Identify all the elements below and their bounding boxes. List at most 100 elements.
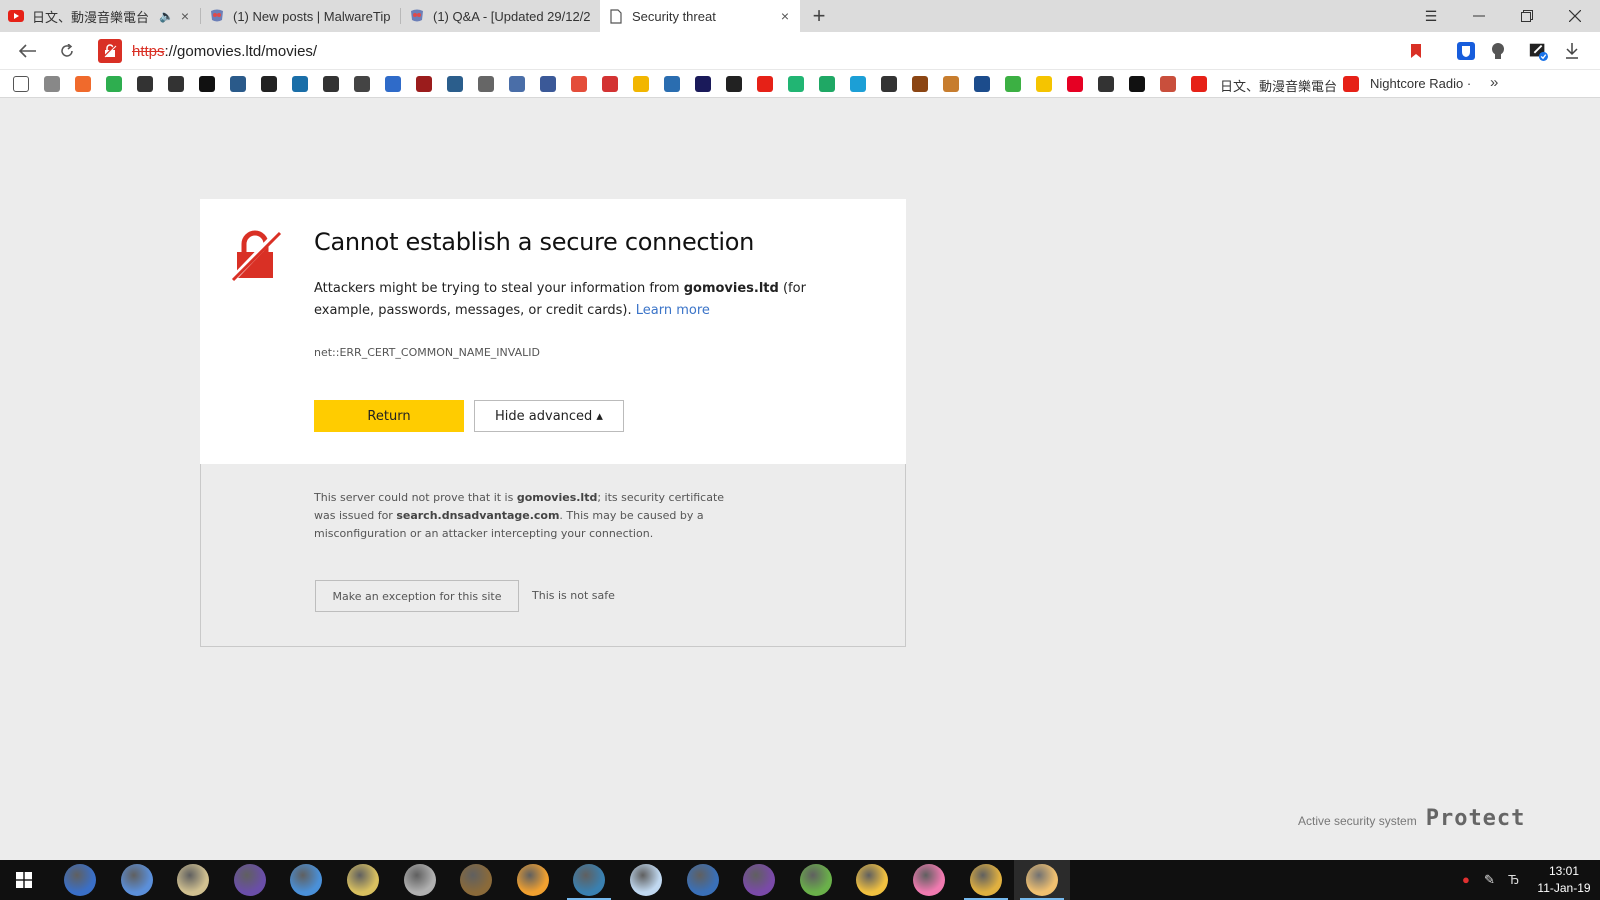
bookmark-favicon-icon[interactable] (571, 76, 587, 92)
bookmark-favicon-icon[interactable] (943, 76, 959, 92)
system-clock[interactable]: 13:01 11-Jan-19 (1532, 863, 1596, 897)
tab-strip: 日文、動漫音樂電台 🔈 × (1) New posts | MalwareTip… (0, 0, 1600, 32)
app-icon (290, 864, 323, 896)
taskbar-app-button[interactable] (675, 860, 731, 900)
bookmark-favicon-icon[interactable] (1160, 76, 1176, 92)
tab-malwaretips-new-posts[interactable]: (1) New posts | MalwareTips (201, 0, 399, 32)
bookmark-favicon-icon[interactable] (1036, 76, 1052, 92)
bookmark-favicon-icon[interactable] (757, 76, 773, 92)
bookmark-favicon-icon[interactable] (354, 76, 370, 92)
bookmark-favicon-icon[interactable] (602, 76, 618, 92)
make-exception-button[interactable]: Make an exception for this site (315, 580, 519, 612)
taskbar-app-button[interactable] (958, 860, 1014, 900)
bookmark-favicon-icon[interactable] (974, 76, 990, 92)
taskbar-app-button[interactable] (335, 860, 391, 900)
pen-tray-icon[interactable]: ✎ (1484, 872, 1495, 888)
restore-icon[interactable] (1504, 0, 1550, 32)
app-icon (686, 864, 719, 896)
minimize-icon[interactable] (1456, 0, 1502, 32)
lightbulb-icon[interactable] (1488, 41, 1508, 61)
taskbar-app-button[interactable] (505, 860, 561, 900)
bookmark-favicon-icon[interactable] (509, 76, 525, 92)
tab-anime-radio[interactable]: 日文、動漫音樂電台 🔈 × (0, 0, 200, 32)
bookmark-favicon-icon[interactable] (1067, 76, 1083, 92)
download-icon[interactable] (1562, 41, 1582, 61)
bookmark-favicon-icon[interactable] (881, 76, 897, 92)
bookmark-favicon-icon[interactable] (416, 76, 432, 92)
taskbar-app-button[interactable] (618, 860, 674, 900)
bookmark-favicon-icon[interactable] (199, 76, 215, 92)
address-field[interactable]: https://gomovies.ltd/movies/ (98, 38, 1428, 64)
bookmark-favicon-icon[interactable] (447, 76, 463, 92)
youtube-icon (8, 8, 24, 24)
bookmark-favicon-icon[interactable] (292, 76, 308, 92)
taskbar-app-button[interactable] (731, 860, 787, 900)
learn-more-link[interactable]: Learn more (636, 303, 710, 318)
bookmark-favicon-icon[interactable] (230, 76, 246, 92)
youtube-icon[interactable] (1343, 76, 1359, 92)
bookmark-favicon-icon[interactable] (726, 76, 742, 92)
broken-lock-icon[interactable] (98, 39, 122, 63)
tab-malwaretips-qa[interactable]: (1) Q&A - [Updated 29/12/2 (401, 0, 599, 32)
more-bookmarks-icon[interactable]: » (1490, 74, 1498, 91)
bookmark-favicon-icon[interactable] (819, 76, 835, 92)
bookmark-favicon-icon[interactable] (1005, 76, 1021, 92)
bookmark-favicon-icon[interactable] (385, 76, 401, 92)
tab-security-threat[interactable]: Security threat × (600, 0, 800, 32)
bookmark-flag-icon[interactable] (1406, 41, 1426, 61)
taskbar-app-button[interactable] (1014, 860, 1071, 900)
back-arrow-icon[interactable] (16, 39, 40, 63)
taskbar-app-button[interactable] (109, 860, 165, 900)
taskbar-app-button[interactable] (392, 860, 448, 900)
close-icon[interactable]: × (778, 8, 792, 24)
bookmark-favicon-icon[interactable] (695, 76, 711, 92)
bookmark-anime-radio[interactable]: 日文、動漫音樂電台 (1220, 76, 1337, 95)
bookmark-favicon-icon[interactable] (137, 76, 153, 92)
hide-advanced-button[interactable]: Hide advanced ▴ (474, 400, 624, 432)
bookmark-favicon-icon[interactable] (168, 76, 184, 92)
bookmark-favicon-icon[interactable] (912, 76, 928, 92)
bookmark-favicon-icon[interactable] (1098, 76, 1114, 92)
taskbar-app-button[interactable] (165, 860, 221, 900)
bookmark-favicon-icon[interactable] (323, 76, 339, 92)
close-icon[interactable]: × (178, 8, 192, 24)
taskbar-app-button[interactable] (788, 860, 844, 900)
taskbar-app-button[interactable] (222, 860, 278, 900)
bookmark-favicon-icon[interactable] (13, 76, 29, 92)
taskbar-app-button[interactable] (52, 860, 108, 900)
bookmark-favicon-icon[interactable] (75, 76, 91, 92)
app-icon (573, 864, 606, 896)
bookmark-nightcore-radio[interactable]: Nightcore Radio · (1370, 76, 1471, 91)
app-icon (460, 864, 493, 896)
bookmark-favicon-icon[interactable] (850, 76, 866, 92)
bookmark-favicon-icon[interactable] (788, 76, 804, 92)
new-tab-button[interactable]: + (806, 3, 832, 29)
taskbar-app-button[interactable] (844, 860, 900, 900)
reload-icon[interactable] (55, 39, 79, 63)
bookmark-favicon-icon[interactable] (633, 76, 649, 92)
keyboard-tray-icon[interactable]: Ђ (1508, 872, 1519, 887)
menu-icon[interactable]: ☰ (1408, 0, 1454, 32)
return-button[interactable]: Return (314, 400, 464, 432)
taskbar-app-button[interactable] (901, 860, 957, 900)
bookmark-favicon-icon[interactable] (106, 76, 122, 92)
adv-text-1: This server could not prove that it is (314, 491, 517, 504)
speaker-muted-icon[interactable]: 🔈 (159, 9, 174, 23)
bookmark-favicon-icon[interactable] (1191, 76, 1207, 92)
taskbar-app-button[interactable] (278, 860, 334, 900)
windows-start-icon[interactable] (0, 860, 48, 900)
tray-app-icon[interactable]: ● (1462, 872, 1470, 887)
bookmark-favicon-icon[interactable] (540, 76, 556, 92)
error-desc-prefix: Attackers might be trying to steal your … (314, 281, 684, 296)
bookmark-favicon-icon[interactable] (44, 76, 60, 92)
bookmark-favicon-icon[interactable] (664, 76, 680, 92)
malwaretips-icon (409, 8, 425, 24)
bookmark-favicon-icon[interactable] (1129, 76, 1145, 92)
extension-icon[interactable] (1528, 41, 1548, 61)
close-window-icon[interactable] (1552, 0, 1598, 32)
taskbar-app-button[interactable] (448, 860, 504, 900)
taskbar-app-button[interactable] (561, 860, 617, 900)
bookmark-favicon-icon[interactable] (478, 76, 494, 92)
bookmark-favicon-icon[interactable] (261, 76, 277, 92)
bitwarden-icon[interactable] (1456, 41, 1476, 61)
